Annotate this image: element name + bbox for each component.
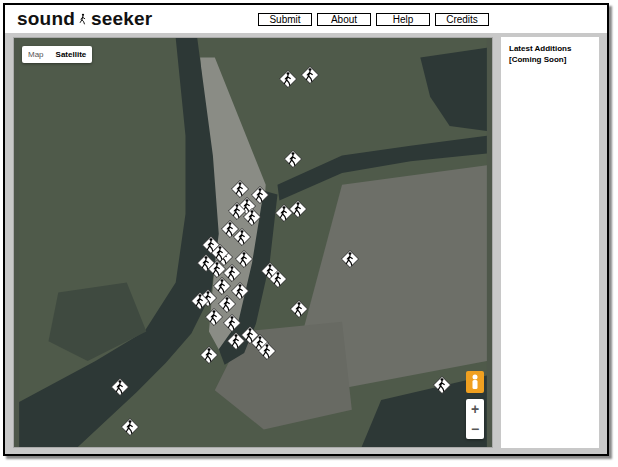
- pin-icon: [243, 208, 261, 226]
- map-pin[interactable]: [218, 295, 236, 313]
- pin-icon: [433, 376, 451, 394]
- zoom-in-button[interactable]: +: [466, 399, 484, 419]
- walker-icon: [76, 9, 90, 29]
- pin-icon: [200, 346, 218, 364]
- map-pin[interactable]: [223, 314, 241, 332]
- pin-icon: [279, 70, 297, 88]
- pin-icon: [235, 250, 253, 268]
- content: MapSatellite+−Latest Additions[Coming So…: [5, 33, 607, 454]
- pin-icon: [223, 264, 241, 282]
- satellite-image: [14, 38, 492, 447]
- nav-button[interactable]: Credits: [435, 13, 489, 26]
- pin-icon: [233, 228, 251, 246]
- sidebar-note: [Coming Soon]: [509, 54, 591, 65]
- map-pin[interactable]: [341, 250, 359, 268]
- pin-icon: [213, 277, 231, 295]
- map-pin[interactable]: [205, 308, 223, 326]
- sidebar-title: Latest Additions: [509, 43, 591, 54]
- map-pin[interactable]: [233, 228, 251, 246]
- header: sound seeker Submit About Help Credits: [5, 5, 607, 33]
- pin-icon: [231, 282, 249, 300]
- map-pin[interactable]: [200, 346, 218, 364]
- sidebar: Latest Additions[Coming Soon]: [501, 37, 599, 448]
- map-pin[interactable]: [211, 244, 229, 262]
- pin-icon: [301, 66, 319, 84]
- pin-icon: [284, 150, 302, 168]
- logo-right: seeker: [91, 8, 152, 30]
- zoom-out-button[interactable]: −: [466, 419, 484, 439]
- person-icon: [470, 374, 480, 390]
- pin-icon: [218, 295, 236, 313]
- nav-button[interactable]: Help: [376, 13, 430, 26]
- pin-icon: [111, 378, 129, 396]
- pin-icon: [258, 342, 276, 360]
- map-pin[interactable]: [301, 66, 319, 84]
- app-frame: sound seeker Submit About Help Credits MapSate…: [3, 3, 609, 456]
- pegman-icon[interactable]: [466, 371, 484, 393]
- pin-icon: [227, 332, 245, 350]
- pin-icon: [223, 314, 241, 332]
- map-pin[interactable]: [243, 208, 261, 226]
- pin-icon: [211, 244, 229, 262]
- map-pin[interactable]: [213, 277, 231, 295]
- map-pin[interactable]: [227, 332, 245, 350]
- pin-icon: [231, 180, 249, 198]
- nav-bar: Submit About Help Credits: [258, 13, 489, 26]
- pin-icon: [251, 186, 269, 204]
- pin-icon: [121, 418, 139, 436]
- map-pin[interactable]: [289, 200, 307, 218]
- zoom-control: +−: [466, 399, 484, 439]
- nav-button[interactable]: Submit: [258, 13, 312, 26]
- logo[interactable]: sound seeker: [17, 8, 152, 30]
- map-type-control: MapSatellite: [22, 46, 92, 63]
- map-pin[interactable]: [191, 292, 209, 310]
- map-pin[interactable]: [275, 204, 293, 222]
- nav-button[interactable]: About: [317, 13, 371, 26]
- logo-left: sound: [17, 8, 75, 30]
- map-pin[interactable]: [235, 250, 253, 268]
- map-pin[interactable]: [279, 70, 297, 88]
- map-pin[interactable]: [251, 186, 269, 204]
- map-pin[interactable]: [231, 180, 249, 198]
- pin-icon: [275, 204, 293, 222]
- pin-icon: [290, 300, 308, 318]
- map-pin[interactable]: [231, 282, 249, 300]
- map-pin[interactable]: [284, 150, 302, 168]
- pin-icon: [341, 250, 359, 268]
- pin-icon: [205, 308, 223, 326]
- map-pin[interactable]: [111, 378, 129, 396]
- map-type-button[interactable]: Map: [22, 46, 50, 63]
- map-pin[interactable]: [269, 270, 287, 288]
- map-pin[interactable]: [290, 300, 308, 318]
- map-pin[interactable]: [121, 418, 139, 436]
- map-pin[interactable]: [258, 342, 276, 360]
- map-pin[interactable]: [223, 264, 241, 282]
- map[interactable]: MapSatellite +−: [13, 37, 493, 448]
- map-type-button[interactable]: Satellite: [50, 46, 93, 63]
- map-pin[interactable]: [433, 376, 451, 394]
- pin-icon: [289, 200, 307, 218]
- pin-icon: [269, 270, 287, 288]
- pin-icon: [191, 292, 209, 310]
